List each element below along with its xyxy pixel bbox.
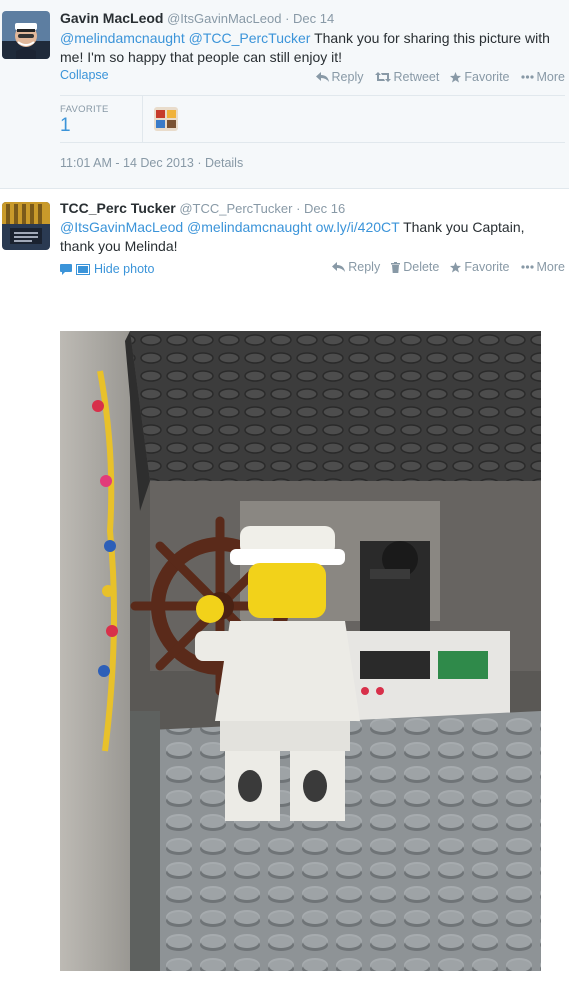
- more-button[interactable]: More: [520, 260, 565, 274]
- reply-button[interactable]: Reply: [315, 70, 364, 84]
- retweet-button[interactable]: Retweet: [374, 70, 440, 84]
- more-label: More: [536, 70, 565, 84]
- tweet-timestamp[interactable]: 11:01 AM - 14 Dec 2013 · Details: [60, 156, 243, 170]
- favorite-button[interactable]: Favorite: [450, 260, 510, 274]
- mention-link[interactable]: @melindamcnaught: [60, 30, 185, 46]
- more-button[interactable]: More: [520, 70, 565, 84]
- avatar-tcc-perc-tucker[interactable]: [2, 202, 50, 250]
- reply-icon: [332, 262, 346, 272]
- trash-icon: [391, 261, 401, 273]
- star-icon: [450, 261, 462, 272]
- delete-label: Delete: [403, 260, 440, 274]
- mention-link[interactable]: @ItsGavinMacLeod: [60, 219, 183, 235]
- hide-photo-toggle[interactable]: Hide photo: [60, 262, 154, 276]
- retweet-label: Retweet: [393, 70, 440, 84]
- screenname[interactable]: @TCC_PercTucker: [179, 201, 292, 216]
- more-dots-icon: [520, 75, 534, 79]
- star-icon: [450, 71, 462, 82]
- reply-label: Reply: [348, 260, 381, 274]
- tweet-date[interactable]: Dec 16: [304, 201, 345, 216]
- separator: ·: [296, 201, 301, 216]
- tweet-header: TCC_Perc Tucker @TCC_PercTucker · Dec 16: [60, 200, 345, 216]
- photo-icon: [76, 263, 90, 275]
- tweet-actions: Reply Retweet Favorite More: [315, 70, 565, 84]
- collapse-link[interactable]: Collapse: [60, 68, 109, 82]
- tweet-header: Gavin MacLeod @ItsGavinMacLeod · Dec 14: [60, 10, 334, 26]
- mention-link[interactable]: @melindamcnaught: [187, 219, 312, 235]
- delete-button[interactable]: Delete: [391, 260, 439, 274]
- stat-divider: [142, 96, 143, 142]
- more-label: More: [536, 260, 565, 274]
- fullname[interactable]: TCC_Perc Tucker: [60, 200, 176, 216]
- screenname[interactable]: @ItsGavinMacLeod: [167, 11, 281, 26]
- avatar-gavin-macleod[interactable]: [2, 11, 50, 59]
- tweet-actions: Reply Delete Favorite More: [332, 260, 565, 274]
- speech-bubble-icon: [60, 263, 72, 275]
- reply-label: Reply: [331, 70, 364, 84]
- mention-link[interactable]: @TCC_PercTucker: [189, 30, 311, 46]
- more-dots-icon: [520, 265, 534, 269]
- retweet-icon: [374, 72, 391, 82]
- favorite-stat-label: FAVORITE: [60, 104, 109, 115]
- reply-button[interactable]: Reply: [332, 260, 380, 274]
- favorite-button[interactable]: Favorite: [450, 70, 510, 84]
- favoriter-avatar[interactable]: [154, 107, 178, 131]
- tweet-expanded[interactable]: Gavin MacLeod @ItsGavinMacLeod · Dec 14 …: [0, 0, 569, 189]
- fullname[interactable]: Gavin MacLeod: [60, 10, 163, 26]
- favorite-label: Favorite: [464, 70, 510, 84]
- url-link[interactable]: ow.ly/i/420CT: [316, 219, 400, 235]
- favorite-label: Favorite: [464, 260, 510, 274]
- tweet-photo[interactable]: [60, 331, 541, 971]
- tweet-text: @melindamcnaught @TCC_PercTucker Thank y…: [60, 29, 560, 67]
- favorite-count[interactable]: 1: [60, 115, 71, 137]
- tweet-with-photo[interactable]: TCC_Perc Tucker @TCC_PercTucker · Dec 16…: [0, 190, 569, 984]
- hide-photo-label: Hide photo: [94, 262, 155, 276]
- reply-icon: [315, 72, 329, 82]
- tweet-stats: FAVORITE 1: [60, 95, 565, 143]
- separator: ·: [285, 11, 290, 26]
- tweet-date[interactable]: Dec 14: [293, 11, 334, 26]
- tweet-text: @ItsGavinMacLeod @melindamcnaught ow.ly/…: [60, 218, 560, 256]
